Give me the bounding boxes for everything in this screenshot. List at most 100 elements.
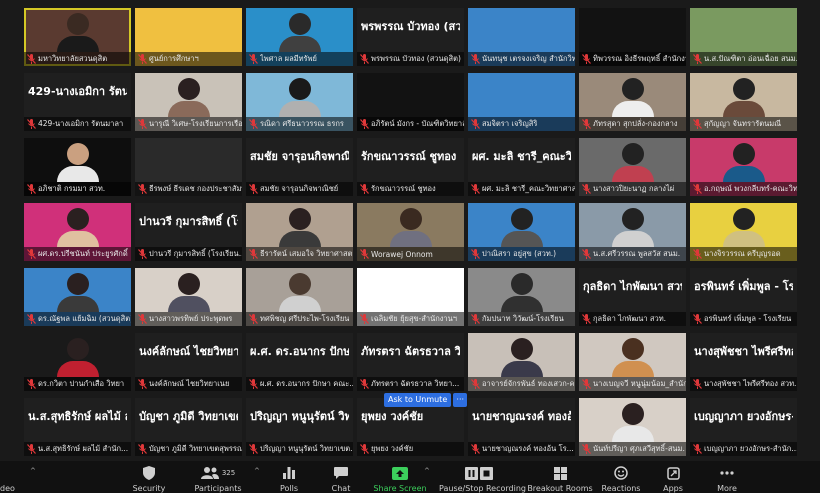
participant-tile[interactable]: ธีรารัตน์ เสมอใจ วิทยาศาสตร์ bbox=[246, 203, 353, 261]
participant-tile[interactable]: อ.กฤษณ์ พวงกลีบทร์-คณะวิทย์ bbox=[690, 138, 797, 196]
security-button[interactable]: Security bbox=[109, 465, 189, 493]
participant-tile[interactable]: บัญชา ภูมิดี วิทยาเขตสุพรรณบุรีบัญชา ภูม… bbox=[135, 398, 242, 456]
participant-tile[interactable]: ดร.กวิตา ปานกำเสือ วิทยา bbox=[24, 333, 131, 391]
participant-tile[interactable]: นางเบญจวี หนูนุ่มน้อม_สำนัก... bbox=[579, 333, 686, 391]
participant-tile[interactable]: เบญญาภา ยวงอักษร-สำนัก... เบญญาภา ยวงอักษ… bbox=[690, 398, 797, 456]
participant-tile[interactable]: ดร.ณัฐพล แย้มฉิม (สวนดุสิต) bbox=[24, 268, 131, 326]
participant-figure bbox=[722, 208, 765, 247]
more-options-button[interactable]: ··· bbox=[453, 393, 468, 407]
participant-display-name: ยุพยง วงค์ชัย bbox=[361, 410, 424, 423]
participants-button[interactable]: 325 Participants bbox=[178, 465, 258, 493]
video-options-caret[interactable]: ^ bbox=[30, 467, 36, 475]
participant-tile[interactable]: น.ส.ปัณฑิตา อ่อนเฉื่อย สนม. bbox=[690, 8, 797, 66]
participant-tile[interactable]: ผ.ศ. ดร.อนากร ปักษา คณะ... ผ.ศ. ดร.อนากร … bbox=[246, 333, 353, 391]
participant-tile[interactable]: รณิดา ศรีธนาวรรณ ธรกร bbox=[246, 73, 353, 131]
shield-icon bbox=[143, 466, 155, 480]
more-button[interactable]: More bbox=[687, 465, 767, 493]
participant-tile[interactable]: นางสาวพรทิพย์ ประพุดพร bbox=[135, 268, 242, 326]
recording-button[interactable]: Pause/Stop Recording bbox=[439, 465, 526, 493]
participant-name-label: นางเบญจวี หนูนุ่มน้อม_สำนัก... bbox=[593, 379, 686, 388]
participant-name-label: ดร.ณัฐพล แย้มฉิม (สวนดุสิต) bbox=[38, 314, 131, 323]
participant-video bbox=[690, 8, 797, 52]
participant-name-bar: น.ส.สุทธิรักษ์ ผลไม้ สำนัก... bbox=[24, 442, 131, 456]
muted-mic-icon bbox=[138, 249, 147, 259]
participant-video bbox=[24, 333, 131, 377]
participant-tile[interactable]: ภัทรสุดา สุกปลั่ง-กองกลาง bbox=[579, 73, 686, 131]
participant-tile[interactable]: Worawej Onnom bbox=[357, 203, 464, 261]
share-options-caret[interactable]: ^ bbox=[424, 467, 430, 475]
participant-video bbox=[135, 8, 242, 52]
more-icon bbox=[720, 471, 734, 475]
participant-tile[interactable]: นายชาญณรงค์ ทองอ้น โร... นายชาญณรงค์ ทองอ… bbox=[468, 398, 575, 456]
participant-tile[interactable]: นงค์ลักษณ์ ไชยวิทยาเนยนงค์ลักษณ์ ไชยวิทย… bbox=[135, 333, 242, 391]
participant-figure bbox=[167, 78, 210, 117]
participant-video bbox=[579, 398, 686, 442]
participant-name-label: ผศ.ดร.ปรีชนันท์ ประยูรศักดิ์ bbox=[38, 249, 128, 258]
participant-tile[interactable]: กัมปนาท วิวัฒน์-โรงเรียน bbox=[468, 268, 575, 326]
muted-mic-icon bbox=[249, 119, 258, 129]
participant-tile[interactable]: เฉลิมชัย ยุ้ยสุข-สำนักงานฯ bbox=[357, 268, 464, 326]
participant-tile[interactable]: ผศ.ดร.ปรีชนันท์ ประยูรศักดิ์ bbox=[24, 203, 131, 261]
participant-tile[interactable]: ผศ. มะลิ ชารี_คณะวิทยาศาสตร์ผศ. มะลิ ชาร… bbox=[468, 138, 575, 196]
participant-tile[interactable]: 429-นางเอมิกา รัตนมาลา 429-นางเอมิกา รัตน… bbox=[24, 73, 131, 131]
participant-tile[interactable]: ไพศาล ผลมีทรัพย์ bbox=[246, 8, 353, 66]
participant-figure bbox=[722, 78, 765, 117]
muted-mic-icon bbox=[582, 314, 591, 324]
participant-name-label: น.ส.สุทธิรักษ์ ผลไม้ สำนัก... bbox=[38, 444, 129, 453]
participant-tile[interactable]: สมชัย จารุอนกิจพาณิชย์สมชัย จารุอนกิจพาณ… bbox=[246, 138, 353, 196]
participant-tile[interactable]: สมจิตรา เจริญสิริ bbox=[468, 73, 575, 131]
participant-tile[interactable]: พรพรรณ บัวทอง (สวนดุสิต) พรพรรณ บัวทอง (ส… bbox=[357, 8, 464, 66]
participant-tile[interactable]: อรพินทร์ เพิ่มพูล - โรงเรียนอรพินทร์ เพิ… bbox=[690, 268, 797, 326]
participant-name-bar: เฉลิมชัย ยุ้ยสุข-สำนักงานฯ bbox=[357, 312, 464, 326]
more-label: More bbox=[717, 484, 737, 493]
participant-name-bar: น.ส.ศรีวรรณ พูลสวัส สนม. bbox=[579, 247, 686, 261]
participant-display-name: ปานวรี กุมารสิทธิ์ (โรงเรียน...) bbox=[139, 215, 238, 228]
participant-tile[interactable]: อภิรัตน์ มังกร - บัณฑิตวิทยาลัย bbox=[357, 73, 464, 131]
breakout-rooms-icon bbox=[553, 466, 567, 480]
muted-mic-icon bbox=[360, 184, 369, 194]
muted-mic-icon bbox=[693, 119, 702, 129]
participant-name-label: อภิชาติ กรมมา สวท. bbox=[38, 184, 106, 193]
muted-mic-icon bbox=[27, 54, 36, 64]
ask-to-unmute-button[interactable]: Ask to Unmute bbox=[384, 393, 452, 407]
participant-tile[interactable]: นันท์ปรีญา ศุภเสวีสุทธิ์-สนม. bbox=[579, 398, 686, 456]
participant-name-label: บัญชา ภูมิดี วิทยาเขตสุพรรณบุรี bbox=[149, 444, 242, 453]
participant-tile[interactable]: นันทนุช เตรจงเจริญ สำนักวิทยบริการ bbox=[468, 8, 575, 66]
muted-mic-icon bbox=[693, 54, 702, 64]
participant-tile[interactable]: นางสุพัชชา ไพรีศรีทอง สวท. นางสุพัชชา ไพร… bbox=[690, 333, 797, 391]
unmute-request: Ask to Unmute ··· bbox=[384, 393, 468, 407]
participant-tile[interactable]: สุกัญญา จันทรารัตนมณี bbox=[690, 73, 797, 131]
participant-name-label: นงค์ลักษณ์ ไชยวิทยาเนย bbox=[149, 379, 230, 388]
participant-tile[interactable]: ทิพวรรณ อิงธีรพฤทธิ์ สำนักงาน bbox=[579, 8, 686, 66]
participant-display-name: นายชาญณรงค์ ทองอ้น โร... bbox=[472, 410, 571, 423]
participant-tile[interactable]: มหาวิทยาลัยสวนดุสิต bbox=[24, 8, 131, 66]
participant-tile[interactable]: นารุณี วิเศษ-โรงเรียนการเรือน bbox=[135, 73, 242, 131]
participant-video bbox=[135, 268, 242, 312]
participant-name-bar: 429-นางเอมิกา รัตนมาลา bbox=[24, 117, 131, 131]
participant-tile[interactable]: กุลธิดา ไกพัฒนา สวท. กุลธิดา ไกพัฒนา สวท. bbox=[579, 268, 686, 326]
participant-tile[interactable]: ธีรพงษ์ ธีรเดช กองประชาสัมพันธ์ bbox=[135, 138, 242, 196]
participant-name-label: อาจารย์จักรพันธ์ ทองเสวก-ค... bbox=[482, 379, 575, 388]
share-screen-icon bbox=[392, 466, 408, 480]
muted-mic-icon bbox=[138, 184, 147, 194]
muted-mic-icon bbox=[249, 379, 258, 389]
participant-tile[interactable]: ปานวรี กุมารสิทธิ์ (โรงเรียน...) ปานวรี ก… bbox=[135, 203, 242, 261]
participant-tile[interactable]: อาจารย์จักรพันธ์ ทองเสวก-ค... bbox=[468, 333, 575, 391]
participant-tile[interactable]: ปาณิสรา อยู่สุข (สวท.) bbox=[468, 203, 575, 261]
participant-tile[interactable]: ภัทรตรา ฉัตรธวาล วิทยา... ภัทรตรา ฉัตรธวา… bbox=[357, 333, 464, 391]
participant-tile[interactable]: อภิชาติ กรมมา สวท. bbox=[24, 138, 131, 196]
participant-tile[interactable]: ศูนย์การศึกษาฯ bbox=[135, 8, 242, 66]
participant-video bbox=[468, 73, 575, 117]
participant-tile[interactable]: ทศพิชญ ศรีประไพ-โรงเรียน bbox=[246, 268, 353, 326]
participant-name-bar: นางสุพัชชา ไพรีศรีทอง สวท. bbox=[690, 377, 797, 391]
video-grid: มหาวิทยาลัยสวนดุสิต ศูนย์การศึกษาฯ ไพศาล ผ… bbox=[24, 8, 797, 456]
participant-tile[interactable]: นางจิรวรรณ ครีบุญรอด bbox=[690, 203, 797, 261]
participant-name-bar: กุลธิดา ไกพัฒนา สวท. bbox=[579, 312, 686, 326]
participant-tile[interactable]: นางสาวปิยะนาฏ กลางไผ่ bbox=[579, 138, 686, 196]
participant-tile[interactable]: ปริญญา หนูนุรัตน์ วิทยาเขต... ปริญญา หนูน… bbox=[246, 398, 353, 456]
participant-name-label: กัมปนาท วิวัฒน์-โรงเรียน bbox=[482, 314, 564, 323]
participant-tile[interactable]: รักขณาวรรณ์ ชูทอง รักขณาวรรณ์ ชูทอง bbox=[357, 138, 464, 196]
participant-name-bar: นงค์ลักษณ์ ไชยวิทยาเนย bbox=[135, 377, 242, 391]
participant-tile[interactable]: น.ส.สุทธิรักษ์ ผลไม้ สำนัก... น.ส.สุทธิรั… bbox=[24, 398, 131, 456]
participant-tile[interactable]: น.ส.ศรีวรรณ พูลสวัส สนม. bbox=[579, 203, 686, 261]
